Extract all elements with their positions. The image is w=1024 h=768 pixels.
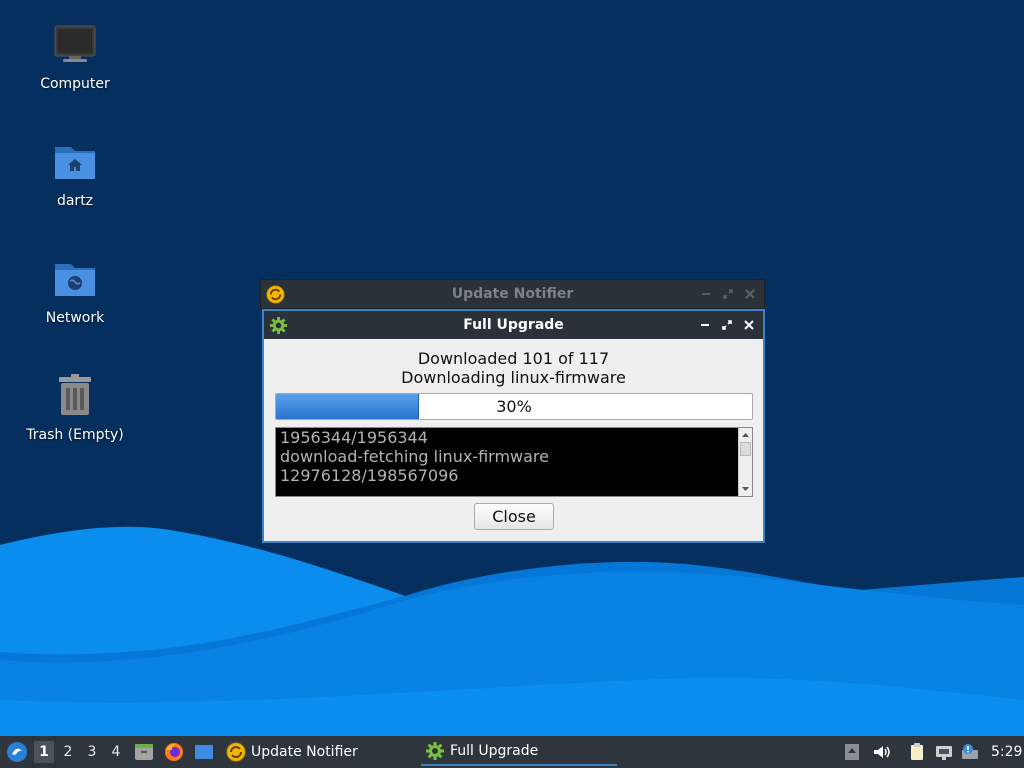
network-wired-icon[interactable]	[934, 742, 954, 762]
scroll-up-arrow-icon[interactable]	[739, 429, 752, 441]
show-desktop-icon[interactable]	[193, 741, 215, 763]
minimize-icon[interactable]	[698, 286, 714, 302]
download-count-text: Downloaded 101 of 117	[417, 349, 610, 368]
file-manager-launcher-icon[interactable]	[133, 741, 155, 763]
taskbar-task-full-upgrade[interactable]: Full Upgrade	[421, 738, 617, 766]
desktop-icon-label: Trash (Empty)	[26, 427, 124, 443]
workspace-4-button[interactable]: 4	[106, 741, 126, 763]
update-notifier-icon	[226, 742, 246, 762]
workspace-1-button[interactable]: 1	[34, 741, 54, 763]
desktop-icon-label: Computer	[40, 76, 110, 92]
network-folder-icon	[55, 264, 95, 296]
close-button[interactable]: Close	[474, 503, 554, 530]
download-package-text: Downloading linux-firmware	[401, 368, 626, 387]
close-icon[interactable]	[742, 286, 758, 302]
firefox-launcher-icon[interactable]	[163, 741, 185, 763]
log-line: 12976128/198567096	[280, 466, 459, 485]
scrollbar-thumb[interactable]	[740, 442, 751, 456]
volume-icon[interactable]	[871, 742, 891, 762]
update-notifier-icon	[266, 285, 285, 304]
task-label: Update Notifier	[251, 744, 358, 760]
gear-icon	[269, 316, 288, 335]
gear-icon	[426, 742, 444, 760]
clock[interactable]: 5:29	[991, 744, 1022, 760]
update-notifier-window[interactable]: Update Notifier	[260, 279, 765, 309]
task-label: Full Upgrade	[450, 743, 539, 759]
desktop-icon-network[interactable]: Network	[15, 256, 135, 326]
output-log[interactable]: 1956344/1956344 download-fetching linux-…	[275, 427, 753, 497]
desktop-icon-label: Network	[45, 310, 105, 326]
clipboard-icon[interactable]	[907, 742, 927, 762]
full-upgrade-titlebar[interactable]: Full Upgrade	[264, 311, 763, 339]
log-scrollbar[interactable]	[738, 428, 752, 496]
maximize-icon[interactable]	[719, 317, 735, 333]
log-line: 1956344/1956344	[280, 428, 428, 447]
window-title: Full Upgrade	[463, 317, 564, 333]
progress-percent-label: 30%	[496, 397, 532, 416]
workspace-3-button[interactable]: 3	[82, 741, 102, 763]
taskbar: 1 2 3 4 Update Notifier Full Upgrade 5:2…	[0, 736, 1024, 768]
log-line: download-fetching linux-firmware	[280, 447, 549, 466]
progress-bar: 30%	[275, 393, 753, 420]
full-upgrade-body: Downloaded 101 of 117 Downloading linux-…	[264, 339, 763, 541]
start-menu-icon[interactable]	[5, 740, 29, 764]
desktop-icon-trash[interactable]: Trash (Empty)	[15, 373, 135, 443]
close-icon[interactable]	[741, 317, 757, 333]
workspace-2-button[interactable]: 2	[58, 741, 78, 763]
window-title: Update Notifier	[451, 286, 574, 302]
home-folder-icon	[55, 147, 95, 179]
update-available-icon[interactable]	[960, 742, 980, 762]
computer-icon	[54, 25, 96, 62]
maximize-icon[interactable]	[720, 286, 736, 302]
desktop-icon-computer[interactable]: Computer	[15, 22, 135, 92]
update-notifier-titlebar[interactable]: Update Notifier	[261, 280, 764, 308]
taskbar-task-update-notifier[interactable]: Update Notifier	[222, 738, 412, 766]
output-log-lines: 1956344/1956344 download-fetching linux-…	[280, 428, 736, 485]
tray-expand-icon[interactable]	[842, 742, 862, 762]
scroll-down-arrow-icon[interactable]	[739, 483, 752, 495]
trash-icon	[59, 374, 91, 415]
minimize-icon[interactable]	[697, 317, 713, 333]
full-upgrade-window[interactable]: Full Upgrade Downloaded 101 of 117 Downl…	[262, 309, 765, 543]
status-text: Downloaded 101 of 117 Downloading linux-…	[264, 339, 763, 387]
desktop-icon-home-folder[interactable]: dartz	[15, 139, 135, 209]
desktop-icon-label: dartz	[56, 193, 94, 209]
